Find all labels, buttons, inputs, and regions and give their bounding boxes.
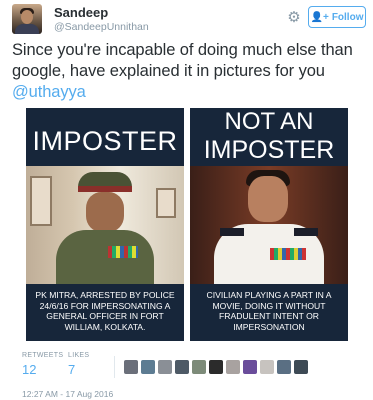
actor-epaulette — [220, 228, 244, 236]
retweets-count: 12 — [22, 362, 37, 377]
liker-avatar[interactable] — [124, 360, 138, 374]
liker-avatar[interactable] — [260, 360, 274, 374]
officer-photo — [26, 166, 184, 290]
avatar[interactable] — [12, 4, 42, 34]
actor-ribbons — [270, 248, 306, 260]
retweets-label: RETWEETS — [22, 352, 64, 359]
liker-avatar[interactable] — [294, 360, 308, 374]
officer-uniform — [56, 230, 154, 290]
tweet-photo[interactable]: IMPOSTER PK MITRA, ARRESTED BY POLICE 24… — [26, 108, 348, 341]
panel-heading: NOT AN IMPOSTER — [190, 108, 348, 166]
tweet-stats: RETWEETS 12 LIKES 7 — [22, 352, 122, 382]
avatar-body — [15, 24, 39, 34]
wall-frame — [156, 188, 176, 218]
stats-divider — [114, 356, 115, 378]
user-name[interactable]: Sandeep — [54, 5, 108, 20]
imposter-heading: IMPOSTER — [32, 126, 178, 156]
officer-ribbons — [108, 246, 138, 258]
not-imposter-caption: CIVILIAN PLAYING A PART IN A MOVIE, DOIN… — [190, 284, 348, 341]
actor-epaulette — [294, 228, 318, 236]
tweet-header: Sandeep @SandeepUnnithan ⚙ 👤+ Follow — [12, 4, 366, 38]
liker-avatar[interactable] — [277, 360, 291, 374]
follow-button[interactable]: 👤+ Follow — [308, 6, 366, 28]
mention-link[interactable]: @uthayya — [12, 83, 86, 101]
liker-avatar[interactable] — [209, 360, 223, 374]
not-an-heading: NOT AN — [224, 108, 314, 135]
imposter-caption: PK MITRA, ARRESTED BY POLICE 24/6/16 FOR… — [26, 284, 184, 341]
follow-label: Follow — [331, 11, 364, 23]
liker-avatars — [124, 360, 308, 376]
actor-photo — [190, 166, 348, 294]
actor-face — [248, 176, 288, 222]
officer-face — [86, 192, 124, 232]
liker-avatar[interactable] — [175, 360, 189, 374]
imposter-heading-right: IMPOSTER — [203, 136, 335, 164]
likes-count: 7 — [68, 362, 76, 377]
retweets-stat[interactable]: RETWEETS 12 — [22, 352, 63, 377]
user-handle[interactable]: @SandeepUnnithan — [54, 21, 149, 33]
tweet-text: Since you're incapable of doing much els… — [12, 40, 364, 103]
likes-label: LIKES — [68, 352, 90, 359]
photo-panel-not-imposter: NOT AN IMPOSTER CIVILIAN PLAYING A PART … — [190, 108, 348, 341]
liker-avatar[interactable] — [141, 360, 155, 374]
liker-avatar[interactable] — [192, 360, 206, 374]
gear-icon[interactable]: ⚙ — [286, 10, 302, 26]
tweet-timestamp[interactable]: 12:27 AM - 17 Aug 2016 — [22, 389, 113, 399]
tweet-body: Since you're incapable of doing much els… — [12, 41, 353, 80]
add-user-icon: 👤+ — [310, 11, 329, 23]
photo-panel-imposter: IMPOSTER PK MITRA, ARRESTED BY POLICE 24… — [26, 108, 184, 341]
wall-frame — [30, 176, 52, 226]
liker-avatar[interactable] — [158, 360, 172, 374]
liker-avatar[interactable] — [243, 360, 257, 374]
avatar-face — [21, 10, 33, 24]
liker-avatar[interactable] — [226, 360, 240, 374]
panel-heading: IMPOSTER — [26, 108, 184, 166]
likes-stat[interactable]: LIKES 7 — [68, 352, 89, 377]
